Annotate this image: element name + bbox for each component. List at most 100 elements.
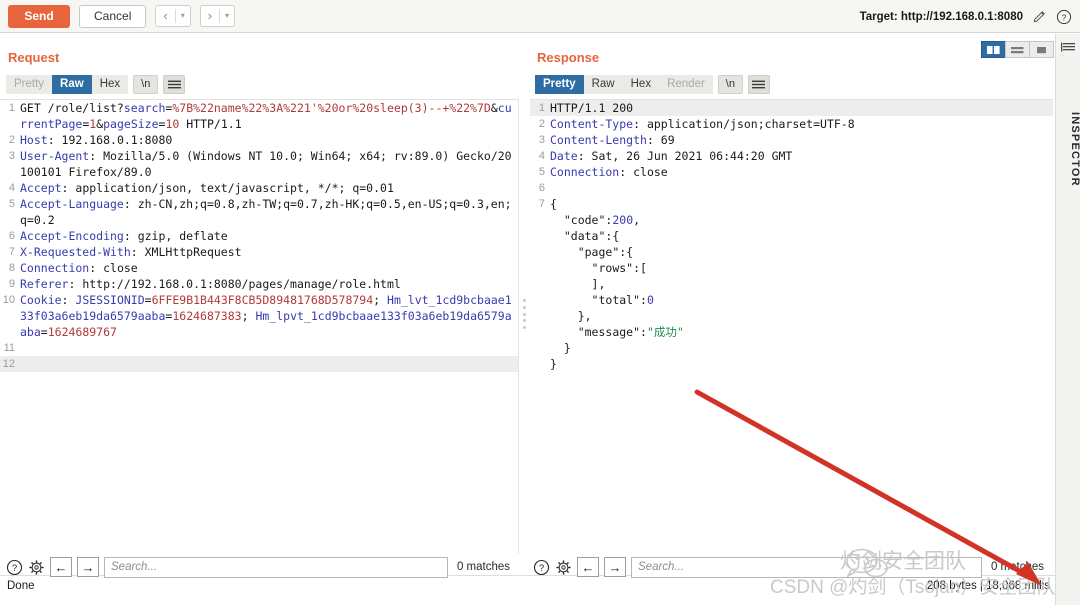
cancel-button[interactable]: Cancel — [79, 4, 147, 28]
request-tab-row: Pretty Raw Hex \n — [6, 75, 186, 94]
divider-grip[interactable] — [522, 299, 527, 329]
request-line: 9 Referer: http://192.168.0.1:8080/pages/… — [0, 276, 519, 292]
code-segment: 200 — [612, 213, 634, 227]
request-settings-gear-icon[interactable] — [28, 559, 45, 576]
request-line: 3 User-Agent: Mozilla/5.0 (Windows NT 10.… — [0, 148, 519, 180]
request-message-editor[interactable]: 1 GET /role/list?search=%7B%22name%22%3A%… — [0, 99, 519, 554]
response-line-number — [530, 324, 550, 340]
request-line: 7 X-Requested-With: XMLHttpRequest — [0, 244, 519, 260]
tab-response-pretty[interactable]: Pretty — [535, 75, 584, 94]
request-line-number: 12 — [2, 358, 15, 370]
forward-chevron-down-icon[interactable]: ▾ — [220, 6, 234, 26]
code-segment: Cookie — [20, 293, 62, 307]
send-button[interactable]: Send — [8, 4, 70, 28]
response-message-editor[interactable]: 1 HTTP/1.1 200 2 Content-Type: application/… — [530, 99, 1053, 554]
back-chevron-down-icon[interactable]: ▾ — [176, 6, 190, 26]
response-line-text: Date: Sat, 26 Jun 2021 06:44:20 GMT — [550, 148, 1053, 164]
response-line-text: { — [550, 196, 1053, 212]
tab-response-raw[interactable]: Raw — [583, 75, 623, 94]
request-search-bar: ? ← → 0 matches — [6, 555, 514, 579]
request-matches-count: 0 matches — [456, 561, 510, 573]
code-segment: : close — [89, 261, 138, 275]
forward-arrow-icon[interactable]: › — [201, 6, 219, 26]
request-line: 1 GET /role/list?search=%7B%22name%22%3A%… — [0, 100, 519, 132]
inspector-rail[interactable]: INSPECTOR — [1055, 34, 1080, 605]
forward-nav-group[interactable]: › ▾ — [199, 5, 236, 27]
tab-request-raw[interactable]: Raw — [52, 75, 92, 94]
code-segment: : application/json, text/javascript, */*… — [61, 181, 394, 195]
burp-repeater-window: Send Cancel ‹ ▾ › ▾ Target: http://192.1… — [0, 0, 1080, 605]
svg-text:?: ? — [1062, 12, 1067, 22]
panel-divider[interactable] — [519, 99, 530, 554]
back-arrow-icon[interactable]: ‹ — [156, 6, 174, 26]
code-segment: : — [640, 325, 647, 339]
code-segment: Accept-Language — [20, 197, 124, 211]
tab-response-render[interactable]: Render — [659, 75, 713, 94]
tab-request-pretty[interactable]: Pretty — [6, 75, 53, 94]
tab-request-hex[interactable]: Hex — [91, 75, 129, 94]
response-line-text: "code":200, — [550, 212, 1053, 228]
layout-single-icon[interactable] — [1029, 41, 1054, 58]
response-line-text: "page":{ — [550, 244, 1053, 260]
response-menu-icon[interactable] — [747, 75, 770, 94]
code-segment: "page" — [550, 245, 620, 259]
response-stats-text: 208 bytes | 18,068 millis — [926, 580, 1050, 592]
response-line: "total":0 — [530, 292, 1053, 308]
code-segment: 10 — [165, 117, 180, 131]
request-line-text: Connection: close — [20, 260, 519, 276]
request-help-icon[interactable]: ? — [6, 559, 23, 576]
code-segment: : application/json;charset=UTF-8 — [633, 117, 855, 131]
inspector-menu-icon[interactable] — [1061, 41, 1076, 59]
response-line-text: Connection: close — [550, 164, 1053, 180]
response-tab-row: Pretty Raw Hex Render \n — [535, 75, 770, 94]
code-segment: : — [640, 293, 647, 307]
inspector-label: INSPECTOR — [1069, 112, 1080, 187]
response-help-icon[interactable]: ? — [533, 559, 550, 576]
request-search-next-icon[interactable]: → — [77, 557, 99, 577]
response-line-number: 1 — [538, 102, 545, 114]
code-segment: "message" — [550, 325, 641, 339]
response-settings-gear-icon[interactable] — [555, 559, 572, 576]
layout-stacked-icon[interactable] — [1005, 41, 1030, 58]
response-line: 4 Date: Sat, 26 Jun 2021 06:44:20 GMT — [530, 148, 1053, 164]
back-nav-group[interactable]: ‹ ▾ — [155, 5, 191, 27]
response-newline-toggle[interactable]: \n — [717, 75, 743, 94]
request-search-prev-icon[interactable]: ← — [50, 557, 72, 577]
request-line-number: 7 — [8, 246, 15, 258]
code-segment: JSESSIONID — [75, 293, 145, 307]
request-menu-icon[interactable] — [163, 75, 186, 94]
request-line-number: 4 — [8, 182, 15, 194]
code-segment: } — [550, 341, 571, 355]
code-segment: "rows" — [550, 261, 634, 275]
edit-pencil-icon[interactable] — [1032, 9, 1047, 24]
response-line-text: "total":0 — [550, 292, 1053, 308]
request-line-text: X-Requested-With: XMLHttpRequest — [20, 244, 519, 260]
code-segment: = — [40, 325, 48, 339]
tab-response-hex[interactable]: Hex — [622, 75, 660, 94]
response-line: "message":"成功" — [530, 324, 1053, 340]
response-search-next-icon[interactable]: → — [604, 557, 626, 577]
code-segment: Referer — [20, 277, 69, 291]
response-line: ], — [530, 276, 1053, 292]
layout-side-by-side-icon[interactable] — [981, 41, 1006, 58]
code-segment: pageSize — [103, 117, 159, 131]
request-newline-toggle[interactable]: \n — [133, 75, 159, 94]
response-search-prev-icon[interactable]: ← — [577, 557, 599, 577]
response-line: "rows":[ — [530, 260, 1053, 276]
request-line-number: 2 — [8, 134, 15, 146]
code-segment: { — [550, 197, 557, 211]
response-line-text: ], — [550, 276, 1053, 292]
code-segment: Content-Type — [550, 117, 634, 131]
response-line: 2 Content-Type: application/json;charset=… — [530, 116, 1053, 132]
code-segment: "成功" — [646, 325, 684, 339]
code-segment: : 192.168.0.1:8080 — [47, 133, 173, 147]
code-segment: Connection — [20, 261, 90, 275]
response-search-input[interactable] — [631, 556, 982, 578]
response-line-text: } — [550, 340, 1053, 356]
code-segment: %7B%22name%22%3A%221'%20or%20sleep(3)--+… — [172, 101, 491, 115]
help-icon[interactable]: ? — [1056, 9, 1072, 25]
response-line-number — [530, 228, 550, 244]
code-segment: Host — [20, 133, 48, 147]
code-segment: :[ — [633, 261, 647, 275]
request-search-input[interactable] — [104, 556, 448, 578]
